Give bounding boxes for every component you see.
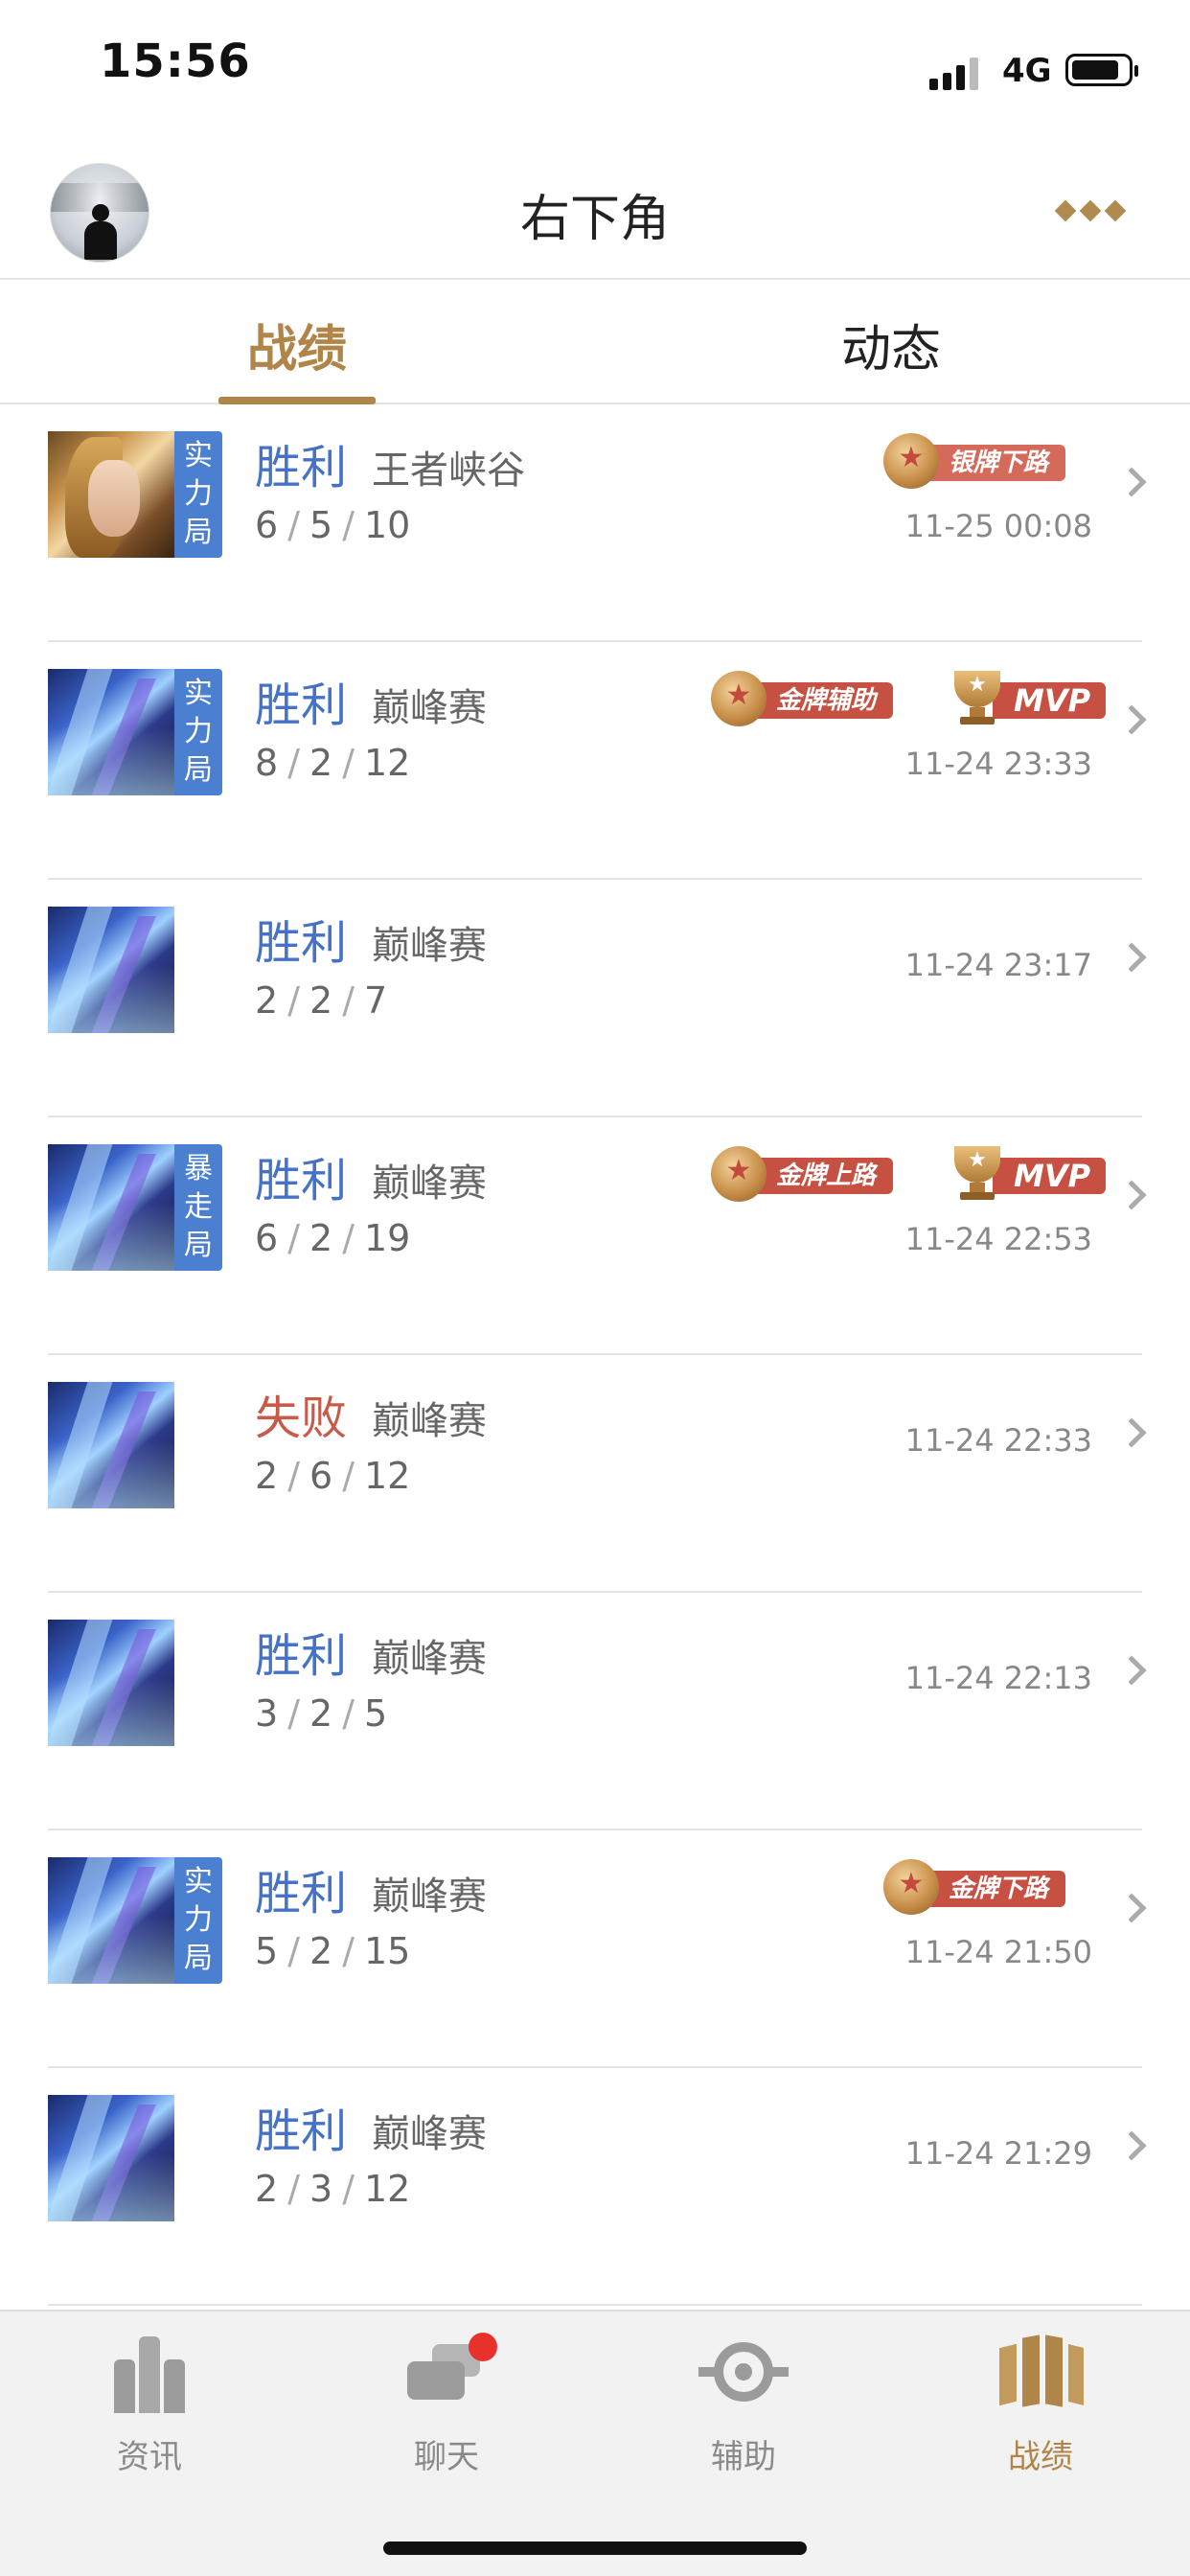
home-indicator[interactable] xyxy=(383,2542,807,2555)
mvp-badge: MVP xyxy=(947,669,1107,728)
match-row[interactable]: 实力局 胜利 巅峰赛 5/2/15 金牌下路 11-24 21:50 xyxy=(0,1830,1190,2068)
news-icon xyxy=(106,2333,193,2413)
match-mode: 巅峰赛 xyxy=(372,1399,487,1443)
nav-label: 资讯 xyxy=(117,2438,182,2476)
match-mode: 巅峰赛 xyxy=(372,1162,487,1206)
network-type: 4G xyxy=(1002,52,1052,90)
mvp-badge: MVP xyxy=(947,1144,1107,1204)
more-options-icon[interactable] xyxy=(1054,199,1127,222)
gold-top-badge: 金牌上路 xyxy=(711,1144,920,1204)
nav-assist[interactable]: 辅助 xyxy=(657,2333,830,2486)
mode-tag: 实力局 xyxy=(174,1857,222,1984)
nav-label: 辅助 xyxy=(711,2438,776,2476)
match-result: 胜利 xyxy=(255,678,348,732)
status-bar: 15:56 4G xyxy=(0,0,1190,134)
battery-icon xyxy=(1065,54,1138,86)
mode-tag: 实力局 xyxy=(174,669,222,795)
hero-avatar xyxy=(48,1620,174,1746)
match-result: 胜利 xyxy=(255,1629,348,1683)
match-mode: 巅峰赛 xyxy=(372,2112,487,2156)
match-mode: 巅峰赛 xyxy=(372,1874,487,1919)
match-row[interactable]: 胜利 巅峰赛 3/2/5 11-24 22:13 xyxy=(0,1593,1190,1830)
chevron-right-icon xyxy=(1116,1893,1147,1923)
mode-tag: 暴走局 xyxy=(174,1144,222,1271)
kda: 5/2/15 xyxy=(255,1930,411,1972)
badge-group: 金牌下路 xyxy=(857,1857,1092,1917)
notification-dot xyxy=(469,2333,497,2361)
match-mode: 巅峰赛 xyxy=(372,1637,487,1681)
chevron-right-icon xyxy=(1116,942,1147,973)
match-row[interactable]: 实力局 胜利 巅峰赛 8/2/12 金牌辅助 MVP 11-24 23:33 xyxy=(0,642,1190,880)
match-result: 胜利 xyxy=(255,1867,348,1920)
mode-tag: 实力局 xyxy=(174,431,222,558)
nav-chat[interactable]: 聊天 xyxy=(360,2333,533,2486)
chevron-right-icon xyxy=(1116,1417,1147,1448)
record-icon xyxy=(997,2333,1084,2413)
tab-moments[interactable]: 动态 xyxy=(841,309,941,380)
assist-icon xyxy=(698,2333,789,2413)
match-row[interactable]: 暴走局 胜利 巅峰赛 6/2/19 金牌上路 MVP 11-24 22:53 xyxy=(0,1117,1190,1355)
match-result: 胜利 xyxy=(255,1154,348,1208)
header: 右下角 xyxy=(0,134,1190,280)
match-mode: 王者峡谷 xyxy=(372,448,525,493)
hero-avatar xyxy=(48,1144,174,1271)
match-time: 11-24 21:50 xyxy=(904,1934,1092,1970)
hero-avatar xyxy=(48,669,174,795)
badge-group: 金牌上路 MVP xyxy=(684,1144,1107,1204)
tab-bar: 战绩 动态 xyxy=(0,280,1190,404)
nav-records[interactable]: 战绩 xyxy=(954,2333,1127,2486)
bottom-nav: 资讯 聊天 辅助 战绩 xyxy=(0,2310,1190,2576)
gold-support-badge: 金牌辅助 xyxy=(711,669,920,728)
kda: 2/3/12 xyxy=(255,2168,411,2210)
match-time: 11-24 23:33 xyxy=(904,746,1092,782)
match-row[interactable]: 实力局 胜利 王者峡谷 6/5/10 银牌下路 11-25 00:08 xyxy=(0,404,1190,642)
badge-group: 金牌辅助 MVP xyxy=(684,669,1107,728)
match-result: 失败 xyxy=(255,1392,348,1445)
hero-avatar xyxy=(48,2095,174,2221)
kda: 2/6/12 xyxy=(255,1455,411,1497)
chevron-right-icon xyxy=(1116,1655,1147,1686)
match-time: 11-24 22:33 xyxy=(904,1422,1092,1459)
match-row[interactable]: 胜利 巅峰赛 2/3/12 11-24 21:29 xyxy=(0,2068,1190,2306)
match-time: 11-25 00:08 xyxy=(904,508,1092,544)
divider xyxy=(48,2304,1142,2306)
nav-label: 聊天 xyxy=(414,2438,479,2476)
match-mode: 巅峰赛 xyxy=(372,686,487,730)
match-time: 11-24 22:53 xyxy=(904,1221,1092,1257)
badge-group: 银牌下路 xyxy=(857,431,1092,491)
tab-active-indicator xyxy=(218,397,376,404)
match-time: 11-24 22:13 xyxy=(904,1660,1092,1696)
kda: 8/2/12 xyxy=(255,742,411,784)
chevron-right-icon xyxy=(1116,1180,1147,1210)
gold-lane-badge: 金牌下路 xyxy=(883,1857,1092,1917)
kda: 2/2/7 xyxy=(255,979,388,1022)
match-row[interactable]: 胜利 巅峰赛 2/2/7 11-24 23:17 xyxy=(0,880,1190,1117)
hero-avatar xyxy=(48,431,174,558)
hero-avatar xyxy=(48,1857,174,1984)
match-result: 胜利 xyxy=(255,441,348,494)
chevron-right-icon xyxy=(1116,467,1147,497)
kda: 3/2/5 xyxy=(255,1692,388,1735)
nav-news[interactable]: 资讯 xyxy=(63,2333,236,2486)
signal-icon xyxy=(929,56,987,90)
chat-icon xyxy=(403,2333,497,2413)
hero-avatar xyxy=(48,907,174,1033)
kda: 6/2/19 xyxy=(255,1217,411,1259)
kda: 6/5/10 xyxy=(255,504,411,546)
chevron-right-icon xyxy=(1116,2130,1147,2161)
match-row[interactable]: 失败 巅峰赛 2/6/12 11-24 22:33 xyxy=(0,1355,1190,1593)
match-mode: 巅峰赛 xyxy=(372,924,487,968)
silver-lane-badge: 银牌下路 xyxy=(883,431,1092,491)
status-time: 15:56 xyxy=(100,34,251,88)
match-result: 胜利 xyxy=(255,916,348,970)
hero-avatar xyxy=(48,1382,174,1508)
match-result: 胜利 xyxy=(255,2104,348,2158)
chevron-right-icon xyxy=(1116,704,1147,735)
match-time: 11-24 21:29 xyxy=(904,2135,1092,2172)
tab-records[interactable]: 战绩 xyxy=(247,309,347,380)
nav-label: 战绩 xyxy=(1008,2438,1073,2476)
page-title: 右下角 xyxy=(519,191,670,248)
match-time: 11-24 23:17 xyxy=(904,947,1092,983)
